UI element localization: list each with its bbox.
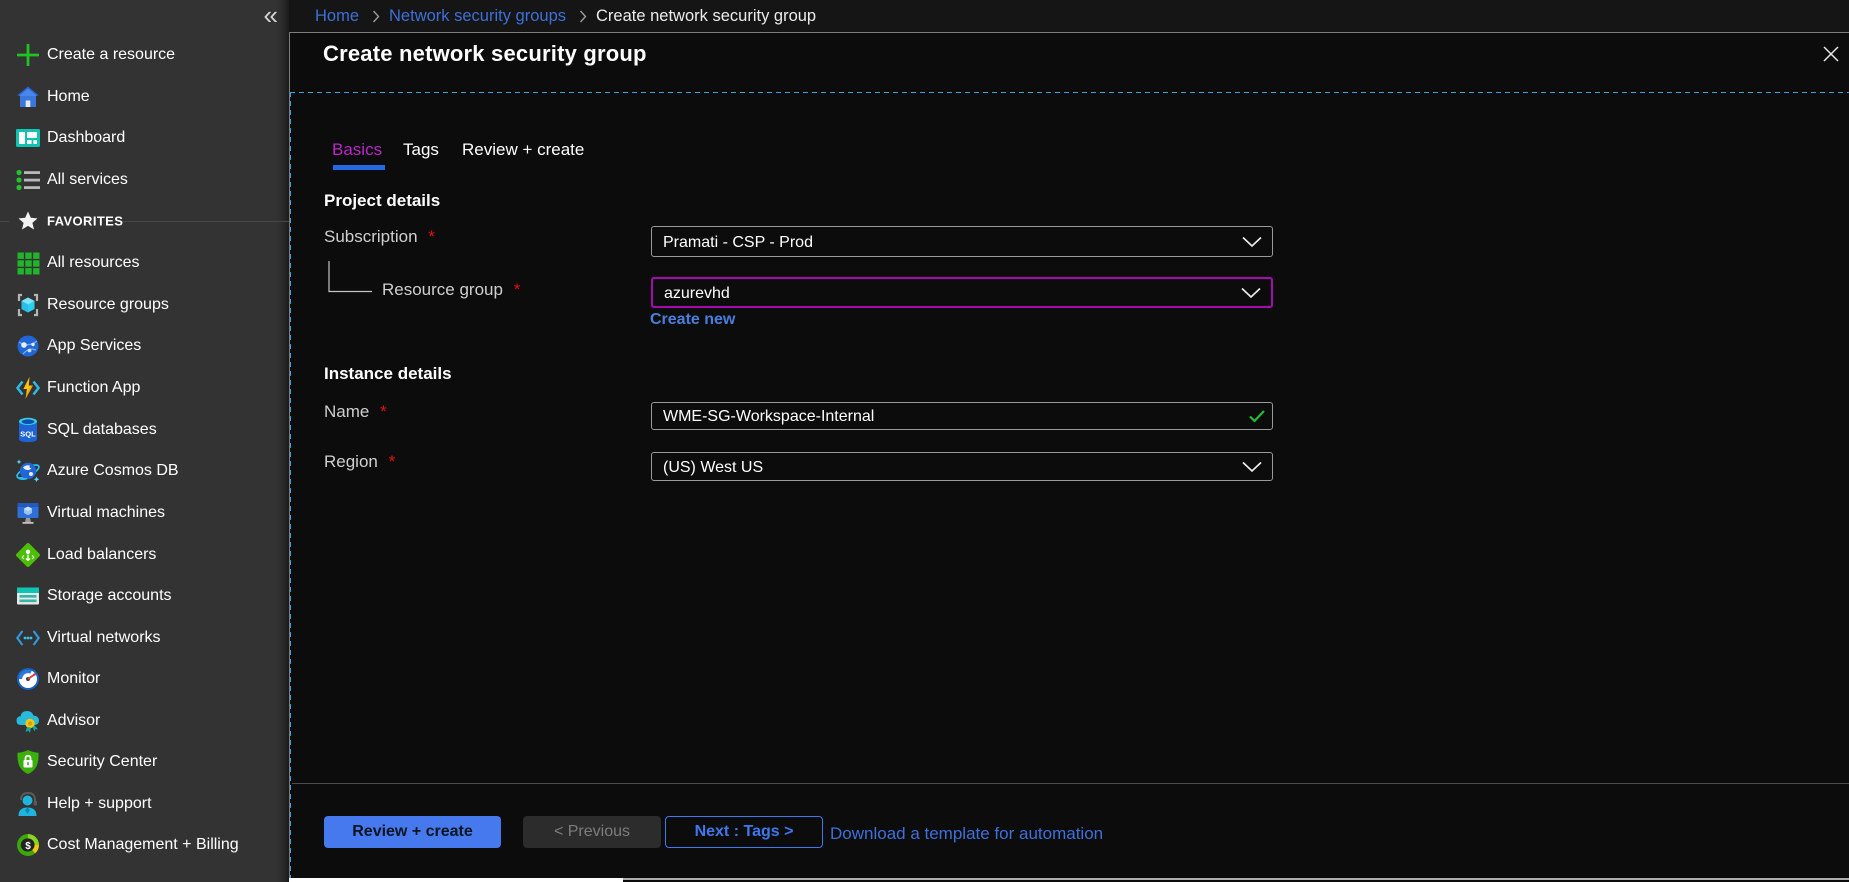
svg-text:SQL: SQL [20, 430, 36, 439]
svg-text:$: $ [25, 841, 31, 852]
